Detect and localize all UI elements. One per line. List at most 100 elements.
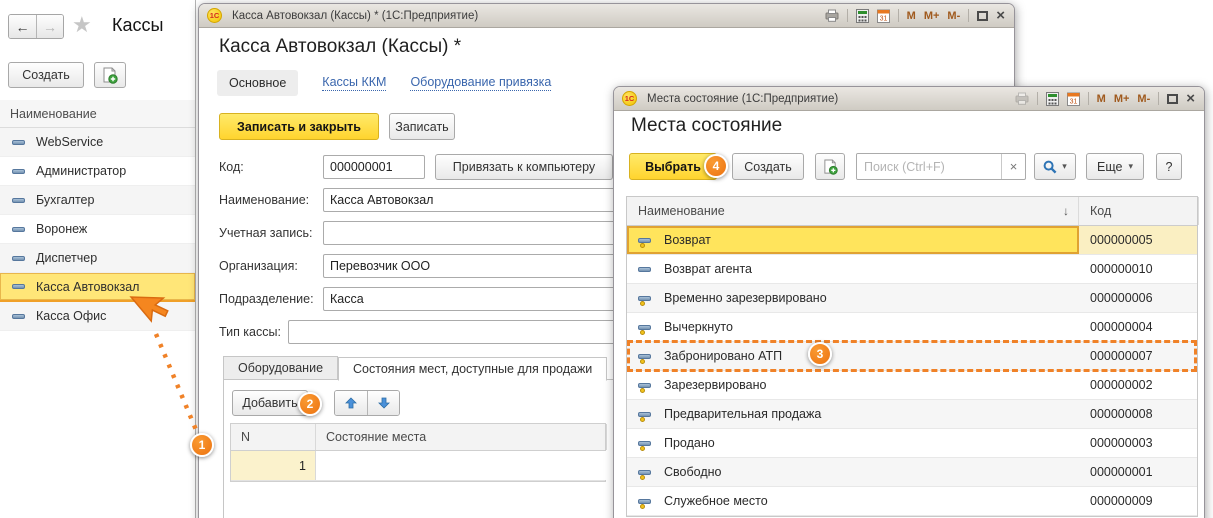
states-table: N Состояние места 1 [230,423,606,482]
new-document-icon-button[interactable] [815,153,845,180]
row-name: Возврат [664,233,711,247]
chevron-down-icon: ▾ [1128,161,1133,172]
window1-bottom-tabs: Оборудование Состояния мест, доступные д… [223,356,607,380]
column-header-naimenovanie[interactable]: Наименование ↓ [627,197,1079,225]
list-item-icon [638,412,651,417]
predefined-dot-icon [640,243,645,248]
create-button[interactable]: Создать [732,153,804,180]
list-item-icon [12,256,25,261]
column-header-kod[interactable]: Код [1079,197,1199,225]
row-name: Служебное место [664,494,768,508]
printer-icon[interactable] [1015,92,1029,105]
bind-to-computer-button[interactable]: Привязать к компьютеру [435,154,613,180]
row-name: Возврат агента [664,262,752,276]
memory-recall-button[interactable]: M [907,10,916,22]
column-header-state[interactable]: Состояние места [316,424,607,450]
field-label-organizaciya: Организация: [219,259,323,273]
tab-osnovnoe[interactable]: Основное [217,70,298,96]
sidebar-list-item[interactable]: Бухгалтер [0,186,195,215]
table-row[interactable]: Служебное место 000000009 [627,487,1197,516]
table-row[interactable]: Забронировано АТП 000000007 [627,342,1197,371]
separator [1158,92,1159,105]
row-code: 000000006 [1079,284,1199,312]
add-button[interactable]: Добавить [232,390,308,416]
chevron-down-icon: ▾ [1062,161,1067,172]
table-row[interactable]: Временно зарезервировано 000000006 [627,284,1197,313]
field-label-tip-kassy: Тип кассы: [219,325,288,339]
list-item-icon [12,314,25,319]
memory-minus-button[interactable]: M- [1137,93,1150,105]
window1-titlebar[interactable]: 1С Касса Автовокзал (Кассы) * (1С:Предпр… [199,4,1014,28]
row-code: 000000005 [1079,226,1199,254]
new-document-icon-button[interactable] [94,62,126,88]
move-up-button[interactable] [335,391,367,415]
close-icon[interactable]: × [1186,91,1195,106]
calculator-icon[interactable] [856,9,869,23]
sidebar-list-item[interactable]: Касса Автовокзал [0,273,195,302]
predefined-dot-icon [640,388,645,393]
tab-oborudovanie-privyazka[interactable]: Оборудование привязка [410,75,551,91]
sidebar-list-header[interactable]: Наименование [0,100,195,128]
search-input[interactable] [857,154,1001,179]
table-row[interactable]: Свободно 000000001 [627,458,1197,487]
calculator-icon[interactable] [1046,92,1059,106]
row-code: 000000003 [1079,429,1199,457]
memory-plus-button[interactable]: M+ [1114,93,1130,105]
list-item-label: Воронеж [36,222,87,236]
memory-recall-button[interactable]: M [1097,93,1106,105]
table-row[interactable]: Возврат 000000005 [627,226,1197,255]
calendar-icon[interactable]: 31 [877,9,890,23]
sidebar-list-item[interactable]: Воронеж [0,215,195,244]
more-button[interactable]: Еще ▾ [1086,153,1144,180]
tab-kassy-kkm[interactable]: Кассы ККМ [322,75,386,91]
maximize-icon[interactable] [977,11,988,21]
move-down-button[interactable] [367,391,399,415]
table-row[interactable]: Зарезервировано 000000002 [627,371,1197,400]
search-clear-button[interactable]: × [1001,154,1025,179]
row-name: Зарезервировано [664,378,766,392]
row-name: Продано [664,436,715,450]
maximize-icon[interactable] [1167,94,1178,104]
memory-plus-button[interactable]: M+ [924,10,940,22]
save-button[interactable]: Записать [389,113,455,140]
column-header-n[interactable]: N [231,424,316,450]
create-button[interactable]: Создать [8,62,84,88]
row-name: Предварительная продажа [664,407,821,421]
1c-logo-icon: 1С [622,91,637,106]
separator [898,9,899,22]
search-options-button[interactable]: ▾ [1034,153,1076,180]
back-button[interactable]: ← [9,15,36,38]
memory-minus-button[interactable]: M- [947,10,960,22]
sidebar-list-item[interactable]: WebService [0,128,195,157]
sidebar-list-item[interactable]: Администратор [0,157,195,186]
forward-button[interactable]: → [36,15,63,38]
row-code: 000000008 [1079,400,1199,428]
arrow-down-icon [378,397,390,409]
list-item-icon [638,325,651,330]
sidebar-list-item[interactable]: Касса Офис [0,302,195,331]
table-row[interactable]: Возврат агента 000000010 [627,255,1197,284]
forward-arrow-icon: → [43,19,57,35]
kod-field[interactable] [323,155,425,179]
callout-2: 2 [298,392,322,416]
table-row[interactable]: Вычеркнуто 000000004 [627,313,1197,342]
close-icon[interactable]: × [996,8,1005,23]
table-row[interactable]: Предварительная продажа 000000008 [627,400,1197,429]
save-and-close-button[interactable]: Записать и закрыть [219,113,379,140]
help-button[interactable]: ? [1156,153,1182,180]
favorite-star-icon[interactable]: ★ [72,12,92,38]
tab-sostoyaniya-mest[interactable]: Состояния мест, доступные для продажи [338,357,607,381]
table-row[interactable]: Продано 000000003 [627,429,1197,458]
list-item-icon [638,354,651,359]
table-row[interactable]: 1 [231,451,605,481]
calendar-icon[interactable]: 31 [1067,92,1080,106]
printer-icon[interactable] [825,9,839,22]
sidebar-list-item[interactable]: Диспетчер [0,244,195,273]
window1-title: Касса Автовокзал (Кассы) * (1С:Предприят… [232,10,478,22]
list-item-icon [638,296,651,301]
history-nav: ← → [8,14,64,39]
places-table-header: Наименование ↓ Код [627,197,1197,226]
row-state-cell[interactable] [316,451,607,480]
tab-oborudovanie[interactable]: Оборудование [223,356,338,380]
window2-titlebar[interactable]: 1С Места состояние (1С:Предприятие) 31 M… [614,87,1204,111]
